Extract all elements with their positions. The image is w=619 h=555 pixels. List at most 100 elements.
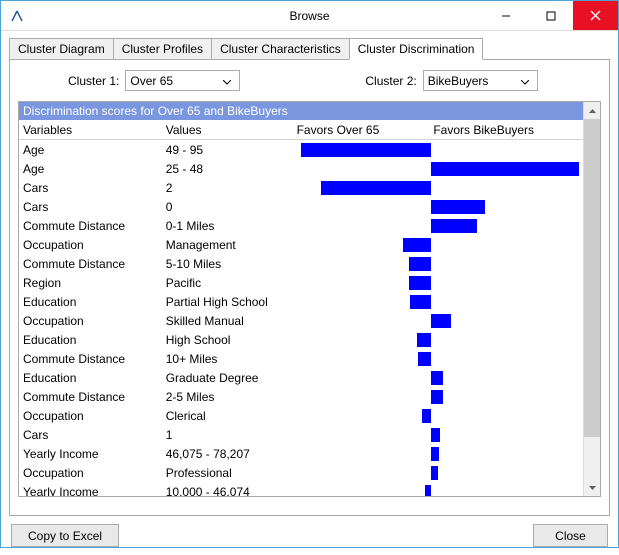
cell-favors1: [295, 352, 432, 366]
cell-value: Skilled Manual: [166, 314, 295, 328]
vertical-scrollbar[interactable]: [583, 102, 600, 496]
table-row[interactable]: RegionPacific: [19, 273, 583, 292]
table-row[interactable]: Yearly Income46,075 - 78,207: [19, 444, 583, 463]
discrimination-bar: [422, 409, 431, 423]
chevron-down-icon: [517, 74, 533, 88]
cell-variable: Commute Distance: [19, 390, 166, 404]
header-values: Values: [166, 123, 295, 137]
titlebar: Browse: [1, 1, 618, 31]
cell-variable: Region: [19, 276, 166, 290]
minimize-button[interactable]: [483, 1, 528, 30]
cell-variable: Cars: [19, 428, 166, 442]
cell-variable: Commute Distance: [19, 257, 166, 271]
copy-to-excel-button[interactable]: Copy to Excel: [11, 524, 119, 547]
discrimination-table: Discrimination scores for Over 65 and Bi…: [18, 101, 601, 497]
table-row[interactable]: Cars2: [19, 178, 583, 197]
cell-favors2: [431, 390, 583, 404]
table-row[interactable]: Age25 - 48: [19, 159, 583, 178]
table-row[interactable]: Cars0: [19, 197, 583, 216]
cluster-selector-row: Cluster 1: Over 65 Cluster 2: BikeBuyers: [18, 70, 601, 91]
table-row[interactable]: OccupationManagement: [19, 235, 583, 254]
cell-favors2: [431, 200, 583, 214]
header-favors1: Favors Over 65: [295, 123, 432, 137]
cluster2-label: Cluster 2:: [365, 74, 416, 88]
cell-favors2: [431, 428, 583, 442]
cell-value: 2-5 Miles: [166, 390, 295, 404]
discrimination-bar: [409, 257, 431, 271]
cell-variable: Yearly Income: [19, 485, 166, 497]
header-variables: Variables: [19, 123, 166, 137]
cell-variable: Education: [19, 371, 166, 385]
scroll-up-button[interactable]: [584, 102, 600, 119]
cell-variable: Occupation: [19, 314, 166, 328]
table-row[interactable]: Commute Distance5-10 Miles: [19, 254, 583, 273]
table-body: Age49 - 95Age25 - 48Cars2Cars0Commute Di…: [19, 140, 583, 496]
table-row[interactable]: Age49 - 95: [19, 140, 583, 159]
cluster1-label: Cluster 1:: [68, 74, 119, 88]
cell-value: Graduate Degree: [166, 371, 295, 385]
discrimination-bar: [301, 143, 431, 157]
cell-value: 10+ Miles: [166, 352, 295, 366]
discrimination-bar: [431, 428, 440, 442]
table-row[interactable]: OccupationProfessional: [19, 463, 583, 482]
tab-cluster-characteristics[interactable]: Cluster Characteristics: [211, 38, 350, 59]
cell-value: 46,075 - 78,207: [166, 447, 295, 461]
cell-value: Partial High School: [166, 295, 295, 309]
cell-variable: Age: [19, 143, 166, 157]
close-window-button[interactable]: [573, 1, 618, 30]
scroll-track[interactable]: [584, 119, 600, 479]
cell-value: Clerical: [166, 409, 295, 423]
cell-value: 2: [166, 181, 295, 195]
cell-variable: Commute Distance: [19, 352, 166, 366]
table-header: Variables Values Favors Over 65 Favors B…: [19, 120, 583, 140]
table-row[interactable]: OccupationClerical: [19, 406, 583, 425]
discrimination-bar: [403, 238, 431, 252]
table-row[interactable]: OccupationSkilled Manual: [19, 311, 583, 330]
table-row[interactable]: EducationGraduate Degree: [19, 368, 583, 387]
cell-favors1: [295, 485, 432, 497]
cell-favors2: [431, 219, 583, 233]
cluster2-select[interactable]: BikeBuyers: [423, 70, 538, 91]
cell-variable: Occupation: [19, 238, 166, 252]
table-row[interactable]: Commute Distance0-1 Miles: [19, 216, 583, 235]
cell-favors1: [295, 143, 432, 157]
maximize-button[interactable]: [528, 1, 573, 30]
cell-value: 1: [166, 428, 295, 442]
table-row[interactable]: Commute Distance10+ Miles: [19, 349, 583, 368]
cell-favors1: [295, 276, 432, 290]
cluster1-select[interactable]: Over 65: [125, 70, 240, 91]
cell-value: Pacific: [166, 276, 295, 290]
cell-variable: Education: [19, 295, 166, 309]
table-title: Discrimination scores for Over 65 and Bi…: [19, 102, 583, 120]
cell-value: High School: [166, 333, 295, 347]
tab-cluster-profiles[interactable]: Cluster Profiles: [113, 38, 212, 59]
cell-favors2: [431, 314, 583, 328]
cluster2-value: BikeBuyers: [428, 74, 489, 88]
table-row[interactable]: Yearly Income10,000 - 46,074: [19, 482, 583, 496]
app-icon: [9, 8, 25, 24]
close-button[interactable]: Close: [533, 524, 608, 547]
discrimination-bar: [431, 390, 443, 404]
tab-cluster-discrimination[interactable]: Cluster Discrimination: [349, 38, 484, 60]
cell-value: 25 - 48: [166, 162, 295, 176]
discrimination-bar: [417, 333, 431, 347]
discrimination-bar: [410, 295, 431, 309]
tab-cluster-diagram[interactable]: Cluster Diagram: [9, 38, 114, 59]
table-row[interactable]: EducationPartial High School: [19, 292, 583, 311]
scroll-down-button[interactable]: [584, 479, 600, 496]
cell-value: 10,000 - 46,074: [166, 485, 295, 497]
cell-value: Management: [166, 238, 295, 252]
cell-value: 0: [166, 200, 295, 214]
cell-value: 49 - 95: [166, 143, 295, 157]
cell-value: 5-10 Miles: [166, 257, 295, 271]
cell-variable: Education: [19, 333, 166, 347]
discrimination-bar: [409, 276, 431, 290]
discrimination-bar: [431, 200, 485, 214]
chevron-down-icon: [219, 74, 235, 88]
table-row[interactable]: EducationHigh School: [19, 330, 583, 349]
table-row[interactable]: Commute Distance2-5 Miles: [19, 387, 583, 406]
cell-favors1: [295, 238, 432, 252]
scroll-thumb[interactable]: [584, 119, 600, 437]
dialog-footer: Copy to Excel Close: [1, 516, 618, 555]
table-row[interactable]: Cars1: [19, 425, 583, 444]
